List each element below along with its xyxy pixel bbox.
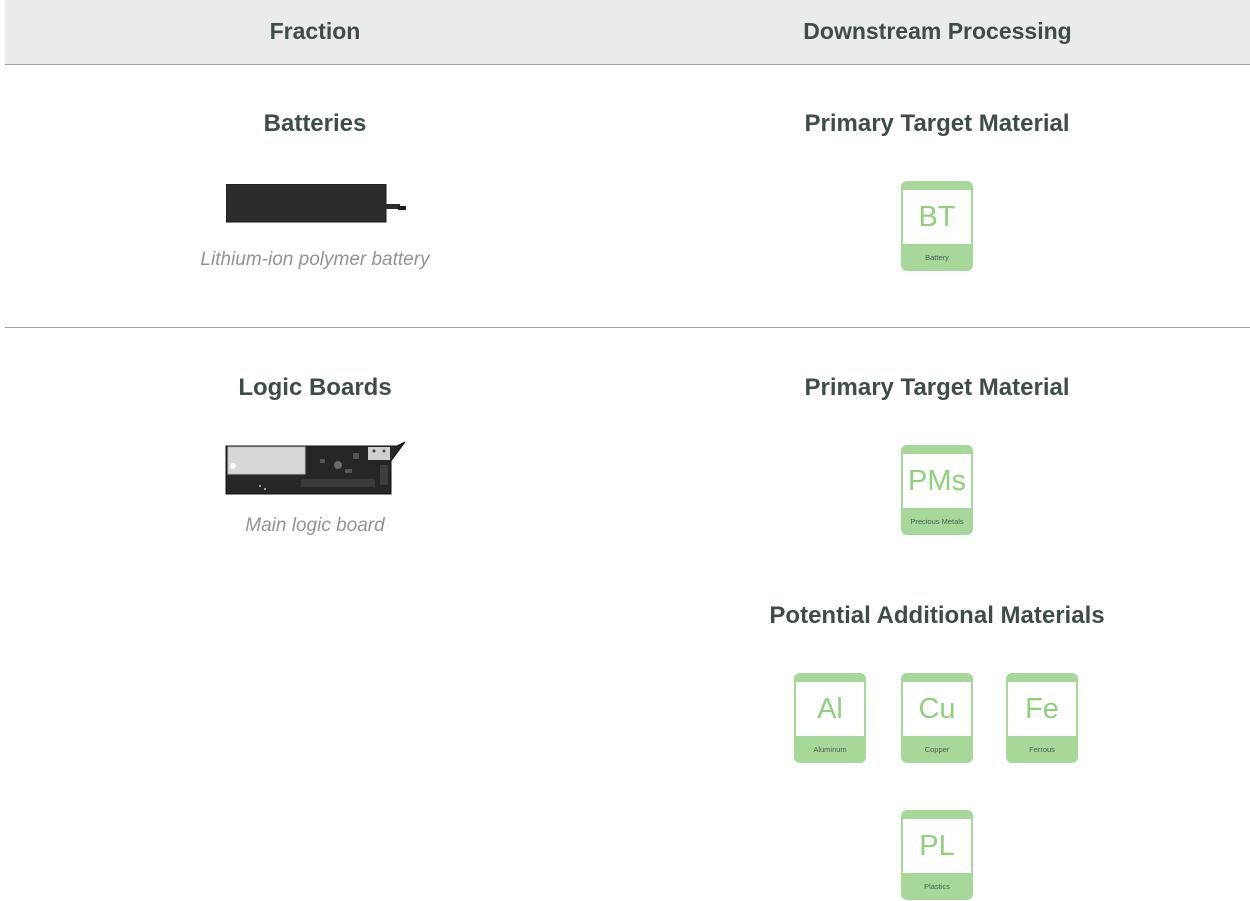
material-symbol: PL bbox=[919, 830, 955, 862]
primary-target-heading-logic-boards: Primary Target Material bbox=[804, 374, 1070, 401]
material-symbol: BT bbox=[918, 201, 956, 233]
table-header: Fraction Downstream Processing bbox=[5, 0, 1250, 65]
material-symbol: Fe bbox=[1025, 693, 1059, 725]
material-name: Plastics bbox=[924, 882, 950, 891]
material-tile-precious-metals: PMs Precious Metals bbox=[901, 445, 973, 535]
material-tile-ferrous: Fe Ferrous bbox=[1006, 673, 1078, 763]
batteries-image-caption: Lithium-ion polymer battery bbox=[200, 249, 430, 270]
material-symbol: Al bbox=[817, 693, 843, 725]
logic-boards-image-caption: Main logic board bbox=[245, 515, 385, 536]
column-header-fraction: Fraction bbox=[269, 18, 361, 44]
material-name: Copper bbox=[924, 745, 950, 754]
material-name: Ferrous bbox=[1029, 745, 1055, 754]
material-name: Precious Metals bbox=[910, 517, 964, 526]
material-tile-battery: BT Battery bbox=[901, 181, 973, 271]
primary-target-heading-batteries: Primary Target Material bbox=[804, 110, 1070, 137]
additional-materials-heading: Potential Additional Materials bbox=[769, 602, 1105, 629]
material-name: Battery bbox=[925, 253, 949, 262]
column-header-downstream-processing: Downstream Processing bbox=[803, 18, 1072, 44]
material-tile-aluminum: Al Aluminum bbox=[794, 673, 866, 763]
material-name: Aluminum bbox=[813, 745, 847, 754]
material-symbol: Cu bbox=[918, 693, 956, 725]
fraction-title-batteries: Batteries bbox=[263, 110, 367, 137]
material-tile-plastics: PL Plastics bbox=[901, 810, 973, 900]
material-symbol: PMs bbox=[908, 465, 966, 497]
logic-board-image bbox=[225, 441, 406, 495]
fraction-title-logic-boards: Logic Boards bbox=[238, 374, 392, 401]
material-tile-copper: Cu Copper bbox=[901, 673, 973, 763]
battery-image bbox=[226, 184, 406, 223]
row-divider bbox=[5, 327, 1250, 328]
